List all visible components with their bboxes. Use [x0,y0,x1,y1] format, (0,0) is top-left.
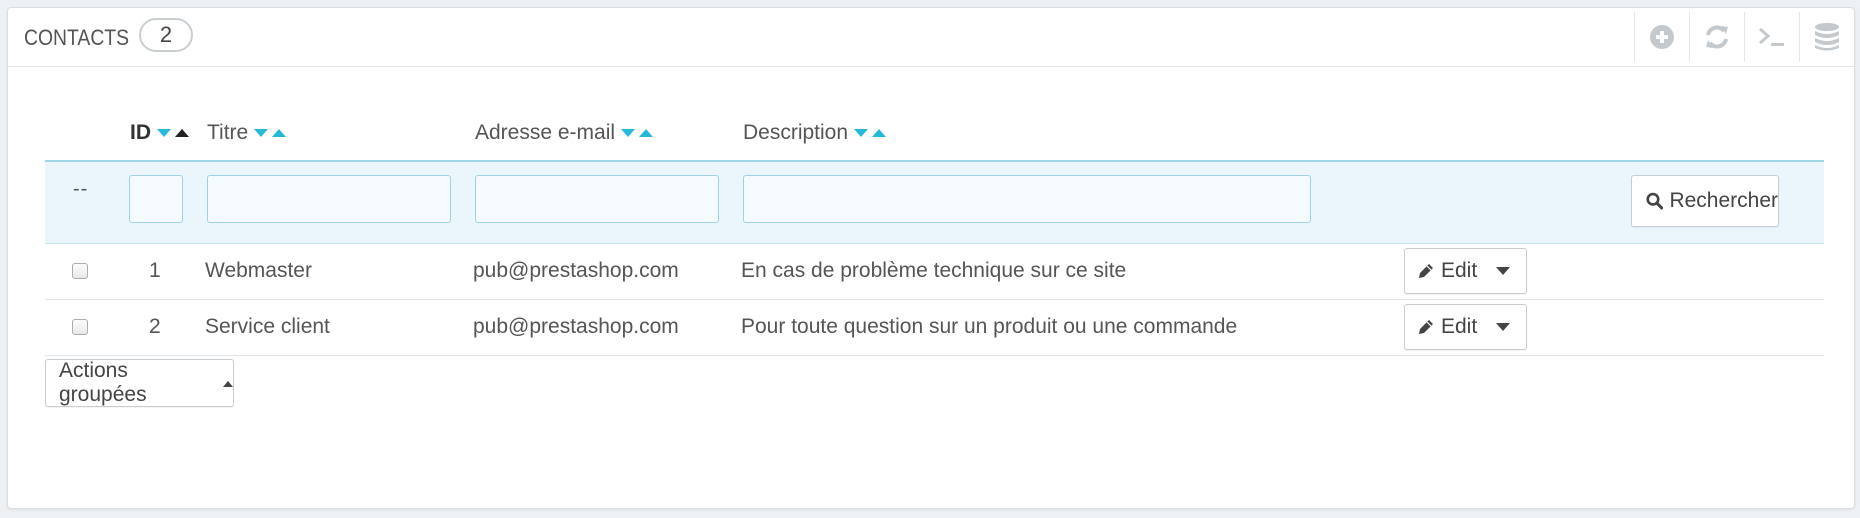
bulk-actions-button[interactable]: Actions groupées [45,359,234,407]
cell-email: pub@prestashop.com [473,259,679,282]
search-button-label: Rechercher [1669,189,1778,212]
cell-id: 2 [149,315,161,338]
row-checkbox[interactable] [72,319,88,335]
sort-asc-icon[interactable] [272,129,287,137]
add-new-button[interactable] [1634,12,1689,62]
refresh-icon [1706,25,1728,49]
add-icon [1650,25,1674,49]
count-badge: 2 [139,18,193,52]
filter-title-input[interactable] [207,175,451,223]
filter-description-input[interactable] [743,175,1311,223]
column-label-id: ID [130,121,151,144]
export-button[interactable] [1799,12,1854,62]
bulk-actions-label: Actions groupées [59,359,147,406]
dropdown-toggle[interactable] [1496,267,1510,275]
filter-row: -- Rechercher [45,160,1824,244]
sort-controls-title [254,129,287,137]
sort-asc-icon[interactable] [639,129,654,137]
panel-title: CONTACTS [24,25,130,50]
edit-button[interactable]: Edit [1404,248,1527,294]
pencil-icon [1419,320,1433,334]
cell-email: pub@prestashop.com [473,315,679,338]
column-header-email: Adresse e-mail [475,121,654,145]
column-label-description: Description [743,121,849,144]
cell-id: 1 [149,259,161,282]
sort-desc-icon[interactable] [854,129,869,137]
edit-button[interactable]: Edit [1404,304,1527,350]
sort-asc-icon[interactable] [872,129,887,137]
sql-query-button[interactable] [1744,12,1799,62]
sort-desc-icon[interactable] [621,129,636,137]
search-icon [1646,192,1664,210]
dropdown-toggle[interactable] [1496,323,1510,331]
sort-asc-icon[interactable] [175,129,189,137]
bulk-select-placeholder: -- [73,178,89,200]
column-label-email: Adresse e-mail [475,121,616,144]
sort-controls-description [854,129,887,137]
panel-header: CONTACTS 2 [8,8,1854,67]
table-header: ID Titre Adresse e-mail Description [45,88,1824,159]
edit-button-label: Edit [1441,315,1478,338]
pencil-icon [1419,264,1433,278]
cell-description: Pour toute question sur un produit ou un… [741,315,1238,338]
chevron-up-icon [223,381,233,387]
contacts-panel: CONTACTS 2 ID Titre Adresse e-mail Descr… [7,7,1855,509]
column-label-title: Titre [207,121,249,144]
chevron-down-icon [1496,267,1510,275]
column-header-title: Titre [207,121,287,145]
panel-toolbar [1634,12,1854,62]
cell-title: Service client [205,315,330,338]
cell-description: En cas de problème technique sur ce site [741,259,1127,282]
chevron-down-icon [1496,323,1510,331]
column-header-id: ID [130,121,189,145]
sort-controls-id [157,129,189,137]
row-checkbox[interactable] [72,263,88,279]
filter-email-input[interactable] [475,175,719,223]
refresh-button[interactable] [1689,12,1744,62]
database-export-icon [1815,23,1839,51]
search-button[interactable]: Rechercher [1631,175,1779,227]
column-header-description: Description [743,121,887,145]
filter-id-input[interactable] [129,175,183,223]
table-row: 2 Service client pub@prestashop.com Pour… [45,300,1824,356]
sort-desc-icon[interactable] [254,129,269,137]
sort-controls-email [621,129,654,137]
sql-query-icon [1759,27,1784,46]
sort-desc-icon[interactable] [157,129,171,137]
edit-button-label: Edit [1441,259,1478,282]
table-row: 1 Webmaster pub@prestashop.com En cas de… [45,244,1824,300]
cell-title: Webmaster [205,259,312,282]
